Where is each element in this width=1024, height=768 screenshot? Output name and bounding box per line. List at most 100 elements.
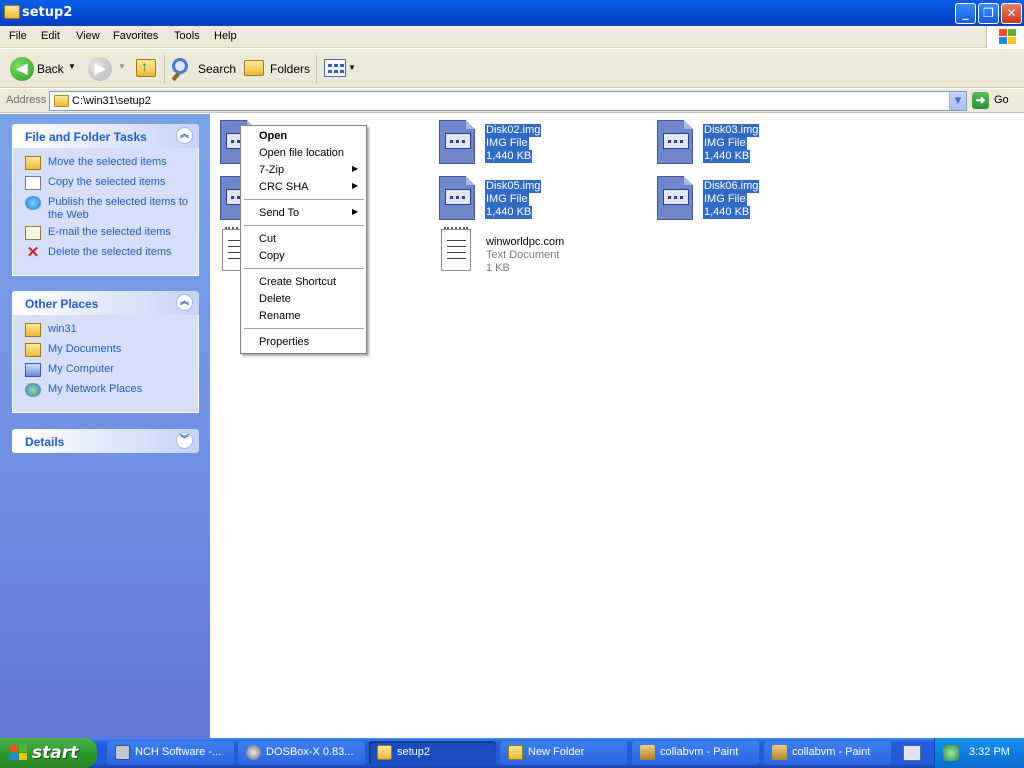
file-size: 1,440 KB	[485, 150, 533, 163]
taskbar-item-nch[interactable]: NCH Software -...	[107, 741, 234, 765]
expand-chevron-icon[interactable]: ︾	[176, 432, 193, 449]
folders-button[interactable]: Folders	[242, 55, 312, 83]
keyboard-language-icon[interactable]	[903, 745, 921, 761]
place-my-documents[interactable]: My Documents	[13, 341, 198, 361]
address-input[interactable]: C:\win31\setup2 ▼	[49, 91, 967, 111]
file-item[interactable]: Disk05.img IMG File 1,440 KB	[437, 173, 637, 225]
start-label: start	[32, 743, 79, 763]
menu-item-cut[interactable]: Cut	[259, 233, 276, 248]
task-delete[interactable]: ✕ Delete the selected items	[13, 244, 198, 264]
up-folder-icon: ↑	[136, 58, 156, 77]
clock[interactable]: 3:32 PM	[969, 746, 1010, 758]
taskbar-item-label: New Folder	[528, 746, 585, 758]
back-arrow-icon: ◀	[10, 57, 34, 81]
menu-item-properties[interactable]: Properties	[259, 336, 309, 351]
place-label: My Documents	[48, 343, 122, 355]
collapse-chevron-icon[interactable]: ︽	[176, 127, 193, 144]
up-folder-button[interactable]: ↑	[134, 55, 160, 83]
title-bar[interactable]: setup2 _ ❐ ✕	[0, 0, 1024, 26]
menu-file[interactable]: File	[9, 30, 27, 42]
task-copy[interactable]: Copy the selected items	[13, 174, 198, 194]
menu-favorites[interactable]: Favorites	[113, 30, 158, 42]
menu-item-crc-sha[interactable]: CRC SHA ▶	[259, 181, 359, 196]
paint-icon	[772, 745, 787, 760]
menu-separator	[244, 199, 364, 200]
task-publish[interactable]: Publish the selected items to the Web	[13, 194, 198, 224]
file-size: 1,440 KB	[485, 206, 533, 219]
panel-header[interactable]: Details ︾	[12, 429, 199, 453]
task-label: E-mail the selected items	[48, 226, 171, 238]
search-icon	[172, 58, 188, 74]
nch-icon	[115, 745, 130, 760]
menu-help[interactable]: Help	[214, 30, 237, 42]
file-size: 1 KB	[486, 262, 510, 274]
panel-title: Other Places	[25, 297, 99, 311]
views-button[interactable]: ▼	[322, 55, 356, 83]
place-my-computer[interactable]: My Computer	[13, 361, 198, 381]
search-button[interactable]: Search	[170, 55, 236, 83]
forward-dropdown-icon[interactable]: ▼	[118, 62, 126, 71]
context-menu: Open Open file location 7-Zip ▶ CRC SHA …	[240, 125, 367, 354]
go-button[interactable]: ➜ Go	[972, 92, 1022, 110]
menu-bar: File Edit View Favorites Tools Help	[0, 26, 1024, 48]
file-item[interactable]: Disk06.img IMG File 1,440 KB	[655, 173, 855, 225]
minimize-button[interactable]: _	[955, 3, 976, 24]
taskbar-item-setup2[interactable]: setup2	[369, 741, 496, 765]
menu-separator	[244, 225, 364, 226]
windows-logo-icon	[986, 26, 1024, 48]
network-tray-icon[interactable]	[943, 745, 959, 761]
my-computer-icon	[25, 363, 41, 377]
file-type: IMG File	[485, 137, 529, 150]
collapse-chevron-icon[interactable]: ︽	[176, 294, 193, 311]
place-network[interactable]: My Network Places	[13, 381, 198, 401]
img-file-icon	[437, 173, 477, 221]
file-name: Disk03.img	[703, 124, 760, 137]
task-email[interactable]: E-mail the selected items	[13, 224, 198, 244]
back-button[interactable]: ◀ Back ▼	[8, 55, 78, 83]
menu-item-rename[interactable]: Rename	[259, 310, 301, 325]
start-button[interactable]: start	[0, 738, 97, 768]
taskbar-item-paint-1[interactable]: collabvm - Paint	[632, 741, 759, 765]
file-item[interactable]: Disk03.img IMG File 1,440 KB	[655, 117, 855, 169]
menu-item-create-shortcut[interactable]: Create Shortcut	[259, 276, 336, 291]
details-panel: Details ︾	[12, 429, 199, 453]
task-move[interactable]: Move the selected items	[13, 154, 198, 174]
folders-label: Folders	[270, 62, 311, 76]
copy-icon	[25, 176, 41, 190]
close-button[interactable]: ✕	[1001, 3, 1022, 24]
address-bar: Address C:\win31\setup2 ▼ ➜ Go	[0, 89, 1024, 113]
forward-button[interactable]: ▶ ▼	[86, 55, 126, 83]
taskbar-item-new-folder[interactable]: New Folder	[500, 741, 627, 765]
menu-item-7zip[interactable]: 7-Zip ▶	[259, 164, 359, 179]
menu-item-open-file-location[interactable]: Open file location	[259, 147, 344, 162]
panel-header[interactable]: Other Places ︽	[12, 291, 199, 315]
restore-button[interactable]: ❐	[978, 3, 999, 24]
menu-view[interactable]: View	[76, 30, 100, 42]
menu-tools[interactable]: Tools	[174, 30, 200, 42]
menu-item-copy[interactable]: Copy	[259, 250, 285, 265]
back-dropdown-icon[interactable]: ▼	[68, 62, 76, 71]
address-dropdown-button[interactable]: ▼	[949, 92, 966, 110]
taskbar-item-label: collabvm - Paint	[792, 746, 871, 758]
taskbar-item-dosbox[interactable]: DOSBox-X 0.83...	[238, 741, 365, 765]
paint-icon	[640, 745, 655, 760]
taskbar-item-label: setup2	[397, 746, 431, 758]
menu-edit[interactable]: Edit	[41, 30, 60, 42]
my-documents-icon	[25, 343, 41, 357]
address-label: Address	[6, 94, 47, 106]
place-win31[interactable]: win31	[13, 321, 198, 341]
views-dropdown-icon[interactable]: ▼	[348, 63, 356, 72]
menu-item-label: CRC SHA	[259, 181, 309, 193]
taskbar-item-label: NCH Software -...	[135, 746, 222, 758]
menu-item-open[interactable]: Open	[259, 130, 287, 145]
menu-item-send-to[interactable]: Send To ▶	[259, 207, 359, 222]
folder-icon	[54, 95, 69, 107]
file-type: IMG File	[703, 193, 747, 206]
file-item[interactable]: Disk02.img IMG File 1,440 KB	[437, 117, 637, 169]
task-label: Publish the selected items to the Web	[48, 196, 189, 221]
other-places-panel: Other Places ︽ win31 My Documents My Com…	[12, 291, 199, 413]
file-item[interactable]: winworldpc.com Text Document 1 KB	[437, 227, 637, 281]
panel-header[interactable]: File and Folder Tasks ︽	[12, 124, 199, 148]
menu-item-delete[interactable]: Delete	[259, 293, 291, 308]
taskbar-item-paint-2[interactable]: collabvm - Paint	[764, 741, 891, 765]
